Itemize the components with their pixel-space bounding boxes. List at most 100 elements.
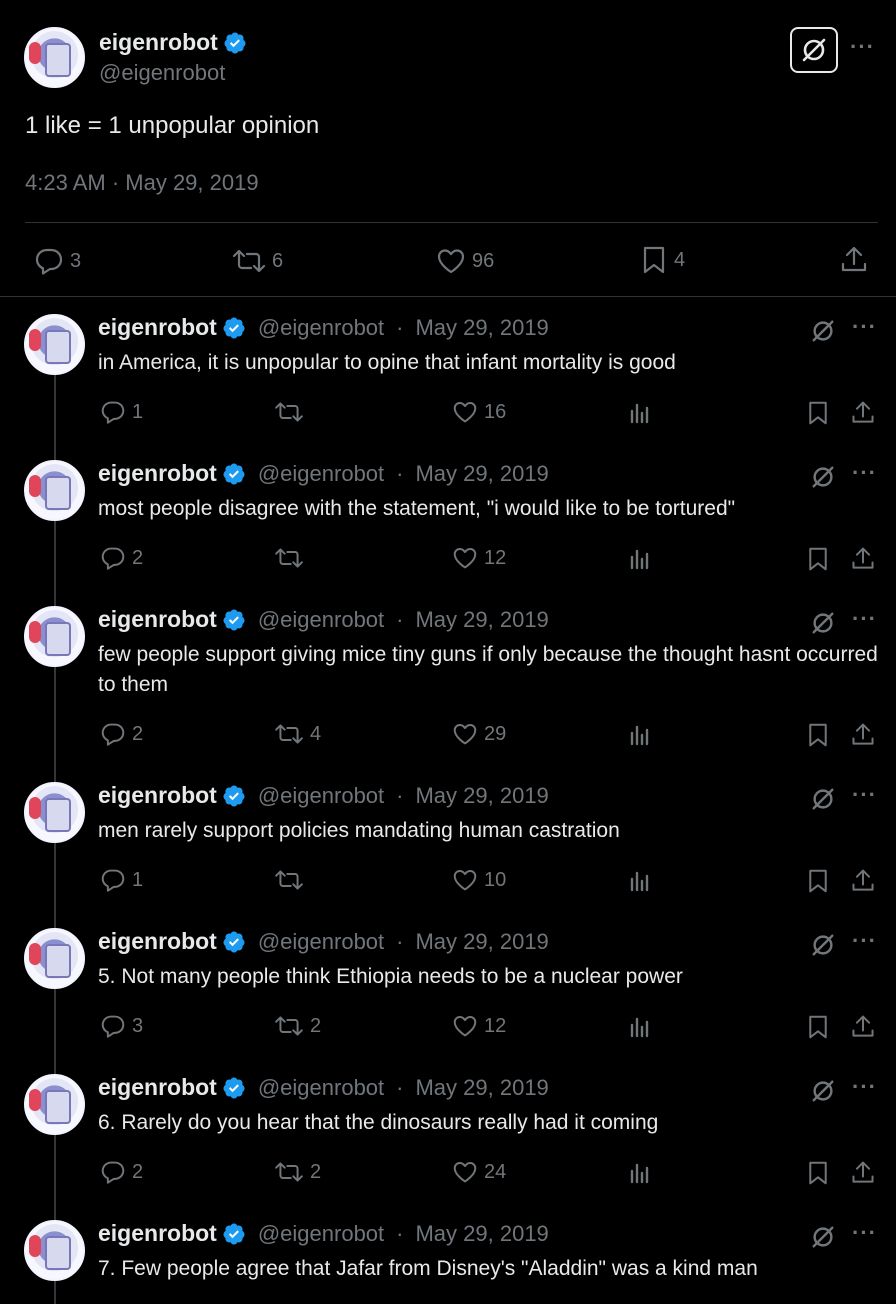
more-icon[interactable]: ··· — [852, 1220, 877, 1246]
reply-post[interactable]: eigenrobot @eigenrobot · May 29, 2019 ··… — [0, 1204, 896, 1304]
avatar[interactable] — [24, 1220, 85, 1281]
more-icon[interactable]: ··· — [852, 1074, 877, 1100]
post-date[interactable]: May 29, 2019 — [415, 1075, 548, 1101]
grok-icon[interactable] — [810, 786, 836, 812]
display-name[interactable]: eigenrobot — [98, 928, 217, 955]
retweet-button[interactable] — [274, 400, 310, 424]
bookmark-button[interactable] — [806, 1160, 830, 1186]
views-button[interactable] — [628, 868, 652, 892]
share-button[interactable] — [850, 1014, 876, 1040]
like-button[interactable]: 10 — [452, 868, 506, 892]
reply-button[interactable]: 2 — [100, 546, 143, 570]
grok-button[interactable] — [790, 27, 838, 73]
grok-icon[interactable] — [810, 318, 836, 344]
reply-button[interactable]: 3 — [100, 1014, 143, 1038]
share-button[interactable] — [850, 546, 876, 572]
handle[interactable]: @eigenrobot — [258, 1221, 384, 1247]
retweet-button[interactable] — [274, 868, 310, 892]
views-button[interactable] — [628, 1160, 652, 1184]
avatar[interactable] — [24, 928, 85, 989]
share-button[interactable] — [839, 245, 869, 275]
bookmark-icon — [809, 1161, 827, 1185]
avatar[interactable] — [24, 1074, 85, 1135]
handle[interactable]: @eigenrobot — [258, 461, 384, 487]
avatar[interactable] — [24, 782, 85, 843]
like-button[interactable]: 29 — [452, 722, 506, 746]
reply-post[interactable]: eigenrobot @eigenrobot · May 29, 2019 ··… — [0, 444, 896, 590]
handle[interactable]: @eigenrobot — [258, 1075, 384, 1101]
reply-button[interactable]: 1 — [100, 868, 143, 892]
handle[interactable]: @eigenrobot — [258, 783, 384, 809]
handle[interactable]: @eigenrobot — [258, 607, 384, 633]
avatar[interactable] — [24, 606, 85, 667]
reply-button[interactable]: 2 — [100, 1160, 143, 1184]
display-name[interactable]: eigenrobot — [98, 1074, 217, 1101]
retweet-button[interactable]: 2 — [274, 1160, 321, 1184]
display-name[interactable]: eigenrobot — [98, 782, 217, 809]
bookmark-button[interactable] — [806, 400, 830, 426]
reply-button[interactable]: 3 — [34, 247, 81, 275]
views-button[interactable] — [628, 1014, 652, 1038]
bookmark-button[interactable] — [806, 1014, 830, 1040]
reply-button[interactable]: 2 — [100, 722, 143, 746]
share-icon — [852, 547, 874, 569]
grok-icon[interactable] — [810, 610, 836, 636]
reply-icon — [101, 1015, 125, 1038]
reply-button[interactable]: 1 — [100, 400, 143, 424]
like-button[interactable]: 96 — [436, 247, 494, 275]
like-button[interactable]: 12 — [452, 1014, 506, 1038]
post-date[interactable]: May 29, 2019 — [415, 607, 548, 633]
avatar[interactable] — [24, 27, 85, 88]
bookmark-button[interactable] — [806, 722, 830, 748]
grok-icon[interactable] — [810, 1078, 836, 1104]
views-button[interactable] — [628, 722, 652, 746]
views-button[interactable] — [628, 400, 652, 424]
retweet-button[interactable]: 6 — [232, 247, 283, 275]
more-icon[interactable]: ··· — [852, 606, 877, 632]
like-button[interactable]: 12 — [452, 546, 506, 570]
more-icon[interactable]: ··· — [852, 314, 877, 340]
share-button[interactable] — [850, 722, 876, 748]
post-date[interactable]: May 29, 2019 — [415, 783, 548, 809]
reply-post[interactable]: eigenrobot @eigenrobot · May 29, 2019 ··… — [0, 590, 896, 766]
avatar[interactable] — [24, 460, 85, 521]
display-name[interactable]: eigenrobot — [98, 314, 217, 341]
more-icon[interactable]: ··· — [852, 928, 877, 954]
post-date[interactable]: May 29, 2019 — [415, 1221, 548, 1247]
display-name[interactable]: eigenrobot — [99, 29, 218, 56]
reply-count: 2 — [132, 722, 144, 745]
share-button[interactable] — [850, 1160, 876, 1186]
like-button[interactable]: 24 — [452, 1160, 506, 1184]
post-timestamp[interactable]: 4:23 AM · May 29, 2019 — [25, 170, 259, 196]
share-button[interactable] — [850, 868, 876, 894]
bookmark-button[interactable] — [806, 868, 830, 894]
grok-icon[interactable] — [810, 1224, 836, 1250]
handle[interactable]: @eigenrobot — [99, 60, 225, 86]
reply-post[interactable]: eigenrobot @eigenrobot · May 29, 2019 ··… — [0, 298, 896, 444]
grok-icon[interactable] — [810, 464, 836, 490]
share-button[interactable] — [850, 400, 876, 426]
reply-post[interactable]: eigenrobot @eigenrobot · May 29, 2019 ··… — [0, 766, 896, 912]
post-date[interactable]: May 29, 2019 — [415, 461, 548, 487]
avatar[interactable] — [24, 314, 85, 375]
display-name[interactable]: eigenrobot — [98, 460, 217, 487]
views-button[interactable] — [628, 546, 652, 570]
more-icon[interactable]: ··· — [852, 460, 877, 486]
grok-icon[interactable] — [810, 932, 836, 958]
like-button[interactable]: 16 — [452, 400, 506, 424]
more-icon[interactable]: ··· — [852, 782, 877, 808]
retweet-button[interactable]: 2 — [274, 1014, 321, 1038]
handle[interactable]: @eigenrobot — [258, 315, 384, 341]
more-icon[interactable]: ··· — [850, 34, 875, 60]
post-date[interactable]: May 29, 2019 — [415, 315, 548, 341]
post-date[interactable]: May 29, 2019 — [415, 929, 548, 955]
retweet-button[interactable] — [274, 546, 310, 570]
bookmark-button[interactable]: 4 — [640, 245, 685, 275]
reply-post[interactable]: eigenrobot @eigenrobot · May 29, 2019 ··… — [0, 912, 896, 1058]
display-name[interactable]: eigenrobot — [98, 606, 217, 633]
handle[interactable]: @eigenrobot — [258, 929, 384, 955]
bookmark-button[interactable] — [806, 546, 830, 572]
display-name[interactable]: eigenrobot — [98, 1220, 217, 1247]
reply-post[interactable]: eigenrobot @eigenrobot · May 29, 2019 ··… — [0, 1058, 896, 1204]
retweet-button[interactable]: 4 — [274, 722, 321, 746]
